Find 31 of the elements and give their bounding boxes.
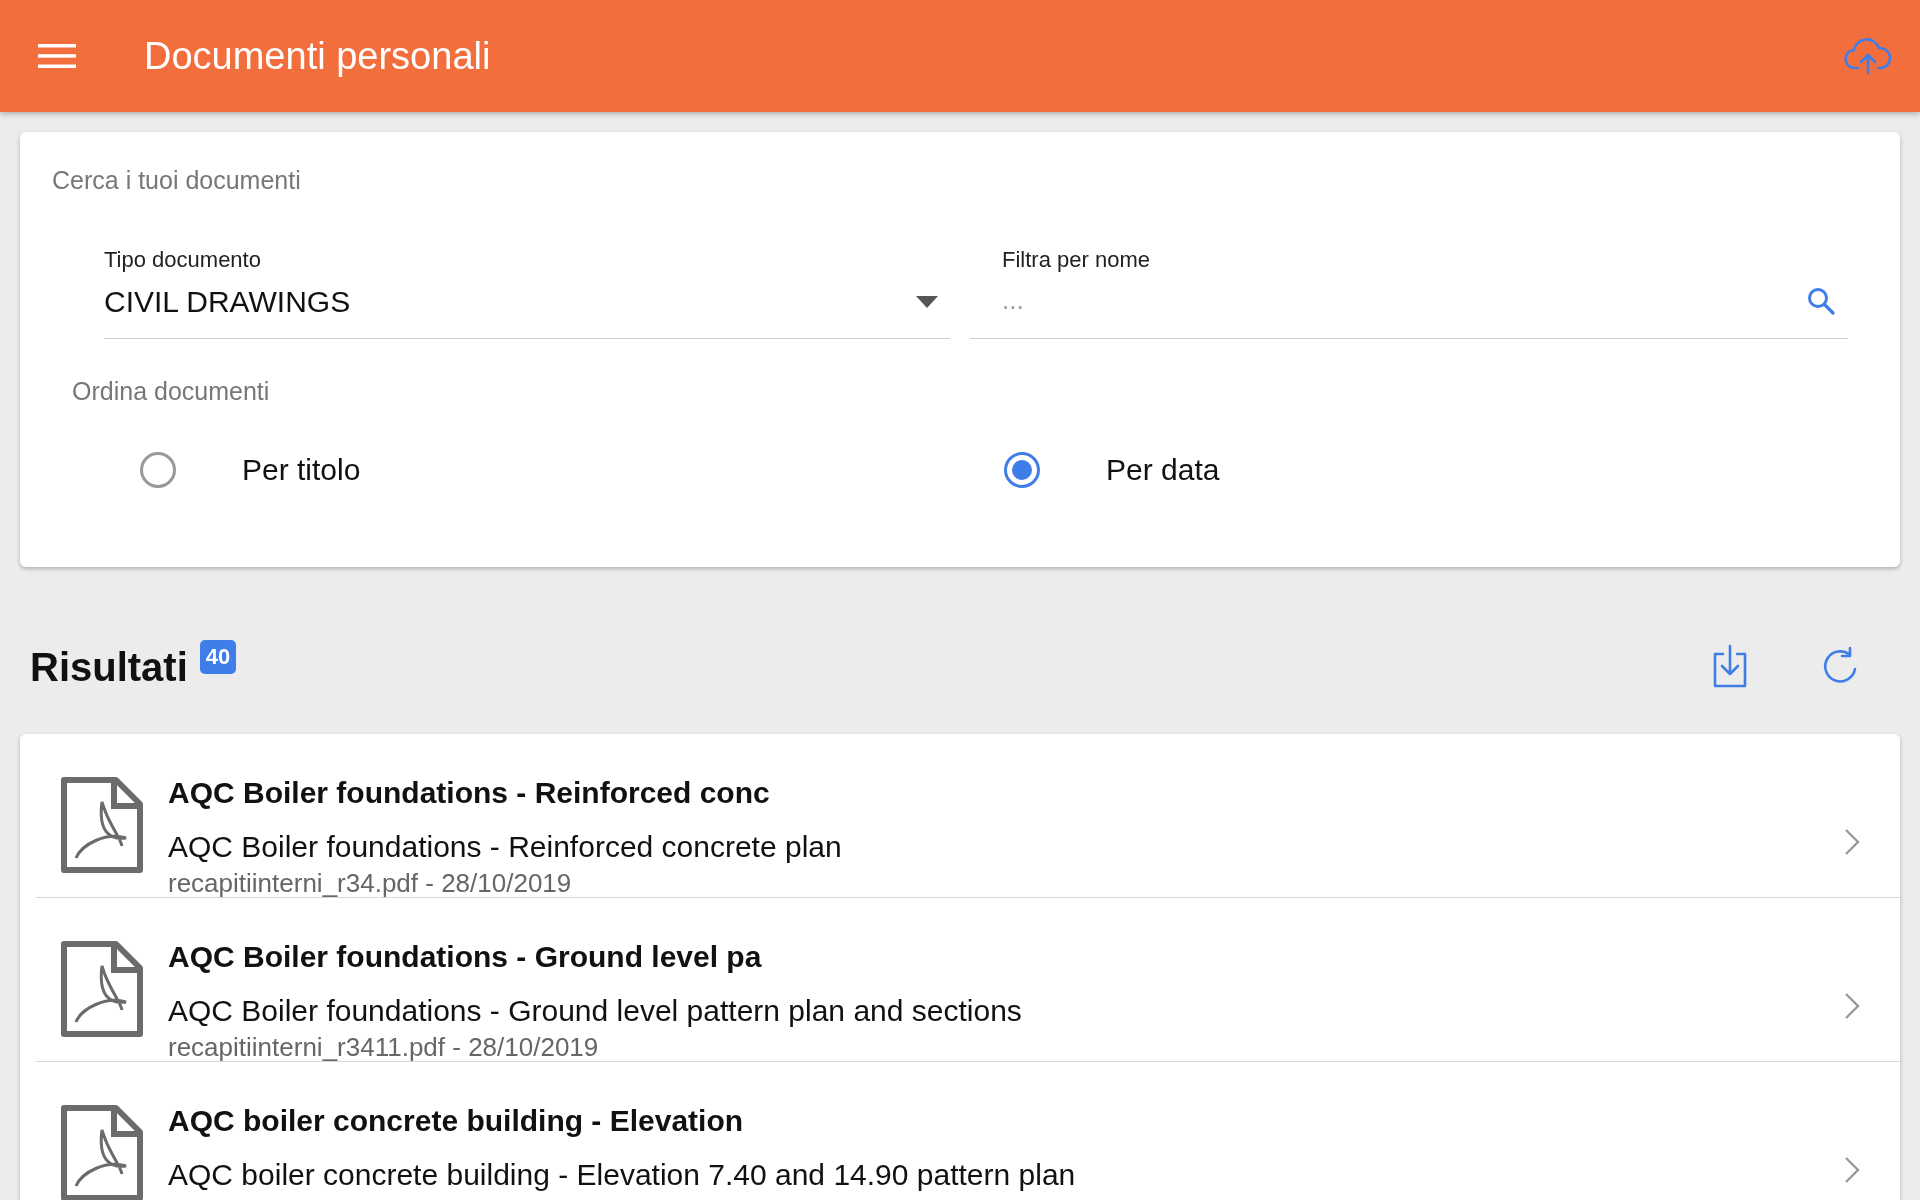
document-meta: recapitiinterni_r3411.pdf - 28/10/2019 (168, 1032, 600, 1063)
document-description: AQC boiler concrete building - Elevation 7.40 and 14.90 pattern plan (168, 1158, 1077, 1192)
document-title: AQC Boiler foundations - Reinforced conc (168, 776, 771, 810)
chevron-right-icon (1844, 828, 1860, 856)
chevron-right-icon (1844, 992, 1860, 1020)
document-description: AQC Boiler foundations - Reinforced concrete plan (168, 830, 843, 864)
pdf-file-icon (60, 940, 144, 1038)
sort-label: Ordina documenti (72, 377, 271, 406)
field-label: Filtra per nome (1002, 247, 1151, 273)
app-title: Documenti personali (144, 34, 492, 78)
radio-button[interactable] (140, 452, 176, 488)
radio-label[interactable]: Per titolo (242, 453, 361, 487)
radio-label[interactable]: Per data (1106, 453, 1220, 487)
results-title: Risultati (30, 644, 188, 690)
chevron-right-icon (1844, 1156, 1860, 1184)
document-row[interactable]: AQC boiler concrete building - Elevation AQC boiler concrete building - Elevation 7.40 and 14.90 pattern plan (36, 1062, 1900, 1200)
document-meta: recapitiinterni_r34.pdf - 28/10/2019 (168, 868, 573, 899)
document-type-dropdown[interactable]: Tipo documento CIVIL DRAWINGS (104, 247, 950, 339)
count-badge: 40 (199, 640, 237, 674)
document-description: AQC Boiler foundations - Ground level pattern plan and sections (168, 994, 1023, 1028)
radio-button[interactable] (1004, 452, 1040, 488)
document-row[interactable]: AQC Boiler foundations - Ground level pa AQC Boiler foundations - Ground level pattern plan and sections recapitiinterni_r3411.pdf - 28/10/2019 (36, 898, 1900, 1062)
menu-icon[interactable] (38, 43, 76, 69)
search-icon[interactable] (1806, 285, 1836, 316)
pdf-file-icon (60, 776, 144, 874)
document-title: AQC boiler concrete building - Elevation (168, 1104, 745, 1138)
search-heading: Cerca i tuoi documenti (52, 166, 302, 195)
document-row[interactable]: AQC Boiler foundations - Reinforced conc AQC Boiler foundations - Reinforced concrete plan recapitiinterni_r34.pdf - 28/10/2019 (36, 734, 1900, 898)
document-title: AQC Boiler foundations - Ground level pa (168, 940, 763, 974)
caret-icon (916, 296, 938, 308)
pdf-file-icon (60, 1104, 144, 1200)
